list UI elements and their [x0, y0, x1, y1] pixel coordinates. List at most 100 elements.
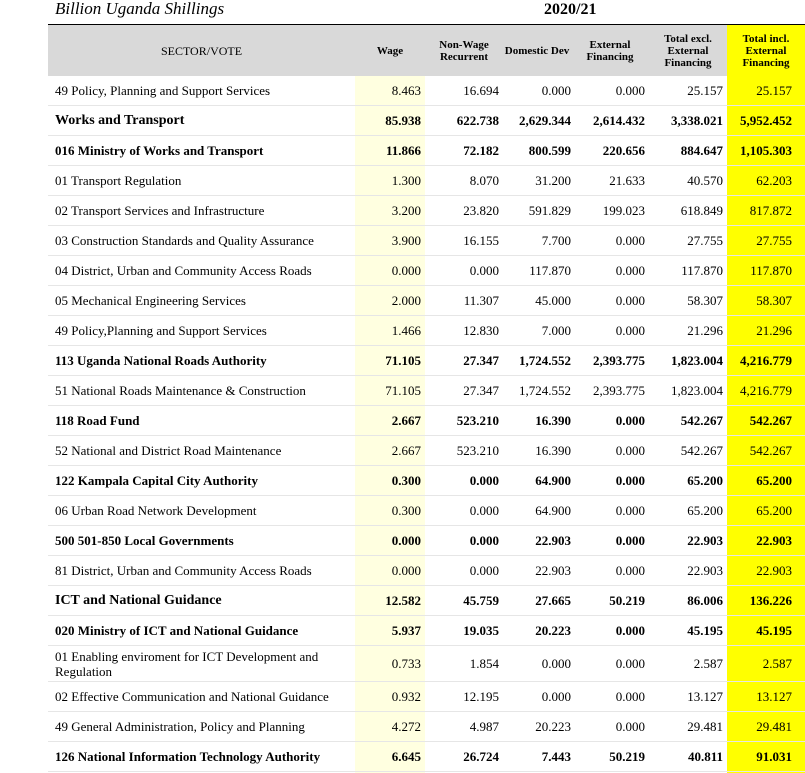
cell-total-incl: 117.870	[750, 262, 792, 278]
cell-domestic: 0.000	[541, 688, 571, 704]
cell-external: 199.023	[602, 202, 645, 218]
column-header-row: SECTOR/VOTE Wage Non-Wage Recurrent Dome…	[48, 25, 805, 76]
cell-nonwage: 8.070	[469, 172, 499, 188]
row-label: 02 Effective Communication and National …	[55, 689, 329, 704]
table-row: 04 District, Urban and Community Access …	[48, 256, 805, 286]
cell-total-excl: 25.157	[687, 82, 723, 98]
cell-total-excl: 2.587	[693, 655, 723, 671]
cell-external: 220.656	[602, 142, 645, 158]
cell-domestic: 22.903	[535, 562, 571, 578]
row-label: 016 Ministry of Works and Transport	[55, 143, 264, 158]
row-label: 49 Policy, Planning and Support Services	[55, 83, 271, 98]
cell-total-incl: 27.755	[756, 232, 792, 248]
cell-domestic: 20.223	[535, 622, 571, 638]
cell-nonwage: 19.035	[463, 622, 499, 638]
cell-total-incl: 45.195	[756, 622, 792, 638]
table-row: 01 Enabling enviroment for ICT Developme…	[48, 646, 805, 682]
cell-nonwage: 45.759	[463, 592, 499, 608]
cell-wage: 3.900	[391, 232, 421, 248]
cell-total-incl: 4,216.779	[740, 352, 792, 368]
cell-total-excl: 22.903	[687, 532, 723, 548]
cell-nonwage: 16.694	[463, 82, 499, 98]
cell-total-incl: 4,216.779	[740, 382, 792, 398]
cell-wage: 0.932	[391, 688, 421, 704]
cell-total-incl: 542.267	[749, 412, 792, 428]
cell-wage: 2.000	[391, 292, 421, 308]
table-units-caption: Billion Uganda Shillings	[55, 0, 225, 18]
cell-total-incl: 5,952.452	[740, 112, 792, 128]
cell-external: 0.000	[615, 442, 645, 458]
col-header-external: External Financing	[586, 38, 634, 63]
cell-domestic: 7.700	[541, 232, 571, 248]
cell-wage: 11.866	[385, 142, 421, 158]
cell-wage: 3.200	[391, 202, 421, 218]
cell-external: 0.000	[615, 655, 645, 671]
cell-wage: 1.466	[391, 322, 421, 338]
cell-wage: 8.463	[391, 82, 421, 98]
cell-domestic: 7.000	[541, 322, 571, 338]
cell-total-excl: 22.903	[687, 562, 723, 578]
cell-total-excl: 40.811	[687, 748, 723, 764]
cell-external: 2,393.775	[593, 352, 645, 368]
cell-nonwage: 27.347	[463, 352, 499, 368]
table-row: 118 Road Fund 2.667 523.210 16.390 0.000 542.…	[48, 406, 805, 436]
col-header-total-excl: Total excl. External Financing	[664, 32, 712, 69]
cell-total-excl: 27.755	[687, 232, 723, 248]
cell-nonwage: 0.000	[469, 562, 499, 578]
cell-domestic: 0.000	[541, 655, 571, 671]
row-label: Works and Transport	[55, 113, 185, 128]
cell-nonwage: 16.155	[463, 232, 499, 248]
cell-external: 0.000	[615, 472, 645, 488]
cell-external: 0.000	[615, 232, 645, 248]
cell-nonwage: 0.000	[469, 532, 499, 548]
cell-total-incl: 62.203	[756, 172, 792, 188]
table-row: 49 Policy, Planning and Support Services…	[48, 76, 805, 106]
cell-domestic: 800.599	[528, 142, 571, 158]
cell-wage: 6.645	[391, 748, 421, 764]
cell-wage: 0.300	[391, 502, 421, 518]
cell-nonwage: 72.182	[463, 142, 499, 158]
table-row: 05 Mechanical Engineering Services 2.000 1…	[48, 286, 805, 316]
cell-total-excl: 542.267	[680, 442, 723, 458]
table-row: 01 Transport Regulation 1.300 8.070 31.200 2…	[48, 166, 805, 196]
cell-nonwage: 622.738	[456, 112, 499, 128]
cell-total-excl: 1,823.004	[671, 382, 723, 398]
cell-total-incl: 91.031	[756, 748, 792, 764]
cell-wage: 71.105	[385, 382, 421, 398]
row-label: ICT and National Guidance	[55, 593, 222, 608]
cell-domestic: 45.000	[535, 292, 571, 308]
cell-external: 0.000	[615, 502, 645, 518]
row-label: 500 501-850 Local Governments	[55, 533, 234, 548]
col-header-wage: Wage	[376, 44, 404, 57]
cell-total-incl: 1,105.303	[740, 142, 792, 158]
cell-nonwage: 27.347	[463, 382, 499, 398]
col-header-total-incl: Total incl. External Financing	[727, 25, 805, 76]
cell-domestic: 20.223	[535, 718, 571, 734]
cell-domestic: 64.900	[535, 502, 571, 518]
table-row: 126 National Information Technology Auth…	[48, 742, 805, 772]
table-row: 122 Kampala Capital City Authority 0.300 0…	[48, 466, 805, 496]
row-label: 49 Policy,Planning and Support Services	[55, 323, 267, 338]
cell-total-excl: 1,823.004	[671, 352, 723, 368]
table-row: 03 Construction Standards and Quality As…	[48, 226, 805, 256]
table-body: 49 Policy, Planning and Support Services…	[48, 76, 805, 772]
cell-nonwage: 4.987	[469, 718, 499, 734]
cell-wage: 2.667	[391, 412, 421, 428]
cell-nonwage: 12.195	[463, 688, 499, 704]
cell-external: 0.000	[615, 688, 645, 704]
cell-total-excl: 542.267	[680, 412, 723, 428]
row-label: 118 Road Fund	[55, 413, 140, 428]
cell-total-excl: 58.307	[687, 292, 723, 308]
cell-external: 0.000	[615, 262, 645, 278]
cell-domestic: 27.665	[535, 592, 571, 608]
cell-domestic: 22.903	[535, 532, 571, 548]
fiscal-year-header: 2020/21	[544, 1, 597, 18]
cell-total-excl: 40.570	[687, 172, 723, 188]
cell-total-incl: 817.872	[749, 202, 792, 218]
col-header-sector: SECTOR/VOTE	[160, 43, 243, 58]
cell-total-incl: 65.200	[756, 502, 792, 518]
row-label: 122 Kampala Capital City Authority	[55, 473, 258, 488]
table-row: 06 Urban Road Network Development 0.300 0.…	[48, 496, 805, 526]
cell-domestic: 591.829	[528, 202, 571, 218]
cell-wage: 0.000	[391, 562, 421, 578]
